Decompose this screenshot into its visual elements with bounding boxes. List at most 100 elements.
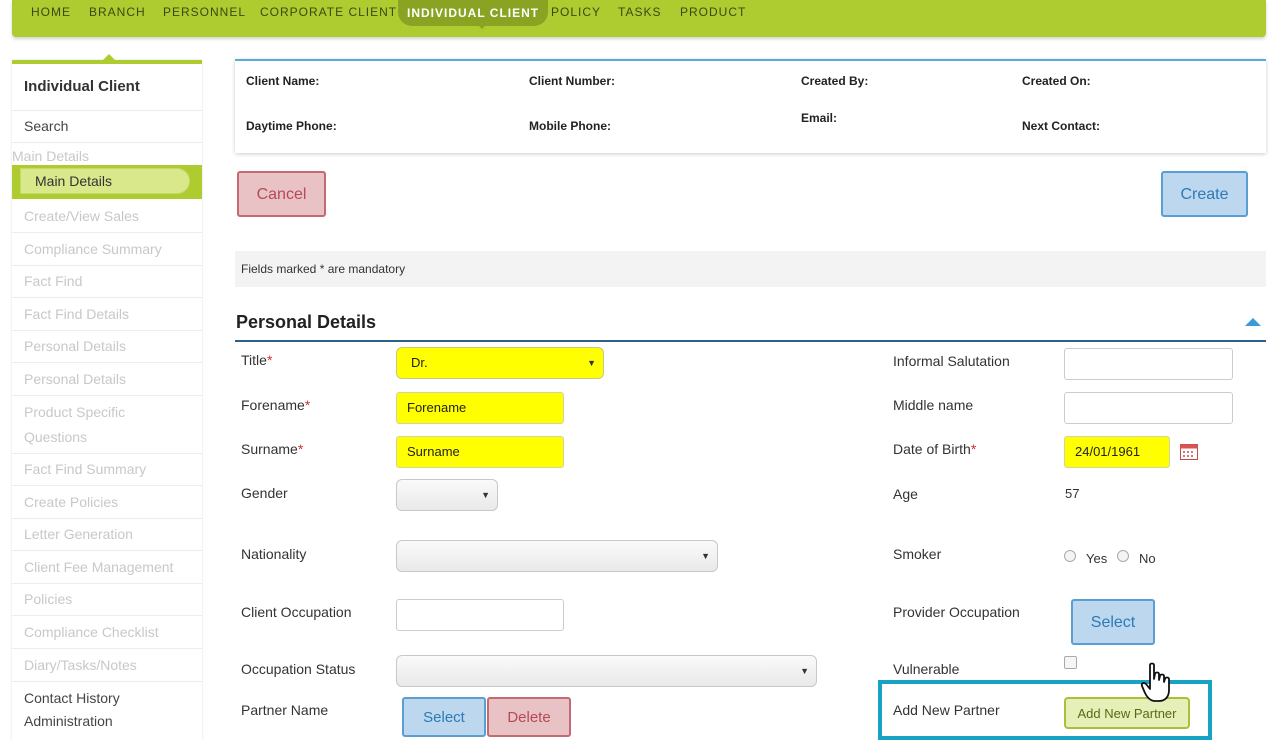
nav-personnel[interactable]: PERSONNEL [163, 0, 246, 26]
client-occupation-label: Client Occupation [241, 604, 352, 620]
sidebar-divider [12, 395, 202, 396]
sidebar-item-diary-tasks-notes[interactable]: Diary/Tasks/Notes [24, 657, 137, 673]
gender-label: Gender [241, 485, 288, 501]
partner-select-button[interactable]: Select [402, 697, 486, 737]
title-select[interactable]: Dr. ▼ [396, 347, 604, 379]
sidebar-divider [12, 232, 202, 233]
calendar-icon[interactable] [1180, 443, 1198, 460]
forename-label: Forename* [241, 397, 311, 413]
nav-policy[interactable]: POLICY [551, 0, 601, 26]
sidebar-divider [12, 297, 202, 298]
occupation-status-select[interactable]: ▼ [396, 655, 817, 687]
smoker-yes-label: Yes [1086, 551, 1108, 566]
sidebar-divider [12, 583, 202, 584]
sidebar-caret [103, 54, 115, 60]
cancel-button[interactable]: Cancel [237, 171, 326, 217]
sidebar-divider [12, 110, 202, 111]
mandatory-notice: Fields marked * are mandatory [235, 251, 1266, 287]
client-occupation-input[interactable] [396, 599, 564, 631]
smoker-no-label: No [1139, 551, 1156, 566]
top-navigation: HOME BRANCH PERSONNEL CORPORATE CLIENT I… [12, 0, 1266, 37]
provider-occupation-label: Provider Occupation [893, 604, 1020, 620]
middle-name-input[interactable] [1064, 392, 1233, 424]
sidebar-item-fact-find-details[interactable]: Fact Find Details [24, 306, 129, 322]
vulnerable-checkbox[interactable] [1064, 656, 1077, 669]
middle-name-label: Middle name [893, 397, 974, 413]
create-button[interactable]: Create [1161, 171, 1248, 217]
sidebar-item-compliance-summary[interactable]: Compliance Summary [24, 241, 162, 257]
sidebar-item-fact-find[interactable]: Fact Find [24, 273, 82, 289]
sidebar-item-compliance-checklist[interactable]: Compliance Checklist [24, 624, 159, 640]
sidebar-item-create-policies[interactable]: Create Policies [24, 494, 118, 510]
sidebar-item-administration[interactable]: Administration [24, 713, 113, 729]
sidebar-divider [12, 550, 202, 551]
sidebar-divider [12, 648, 202, 649]
sidebar-divider [12, 485, 202, 486]
gender-select[interactable]: ▼ [396, 479, 498, 511]
sidebar-divider [12, 615, 202, 616]
active-nav-indicator [477, 24, 487, 29]
dob-input[interactable]: 24/01/1961 [1064, 436, 1170, 468]
sidebar-divider [12, 362, 202, 363]
title-label: Title* [241, 352, 273, 368]
nationality-select[interactable]: ▼ [396, 540, 718, 572]
forename-input[interactable]: Forename [396, 392, 564, 424]
age-label: Age [893, 486, 918, 502]
nav-individual-client[interactable]: INDIVIDUAL CLIENT [398, 0, 549, 26]
partner-name-label: Partner Name [241, 702, 329, 718]
vulnerable-label: Vulnerable [893, 661, 960, 677]
occupation-status-label: Occupation Status [241, 661, 356, 677]
nav-home[interactable]: HOME [31, 0, 71, 26]
nav-product[interactable]: PRODUCT [680, 0, 746, 26]
sidebar-item-main-details[interactable]: Main Details [20, 168, 190, 194]
section-divider [235, 340, 1266, 342]
nav-branch[interactable]: BRANCH [89, 0, 146, 26]
next-contact-label: Next Contact: [1022, 119, 1101, 133]
sidebar-divider [12, 681, 202, 682]
sidebar-item-questions[interactable]: Questions [24, 429, 87, 445]
informal-salutation-label: Informal Salutation [893, 353, 1010, 369]
email-label: Email: [801, 111, 838, 125]
nav-corporate-client[interactable]: CORPORATE CLIENT [260, 0, 397, 26]
sidebar-item-letter-generation[interactable]: Letter Generation [24, 526, 133, 542]
sidebar-divider [12, 142, 202, 143]
smoker-yes-radio[interactable] [1064, 550, 1076, 562]
nav-tasks[interactable]: TASKS [618, 0, 661, 26]
sidebar-item-contact-history[interactable]: Contact History [24, 690, 120, 706]
created-on-label: Created On: [1022, 74, 1091, 88]
sidebar-item-policies[interactable]: Policies [24, 591, 72, 607]
nationality-label: Nationality [241, 546, 307, 562]
dob-label: Date of Birth* [893, 441, 977, 457]
smoker-no-radio[interactable] [1117, 550, 1129, 562]
surname-input[interactable]: Surname [396, 436, 564, 468]
dropdown-arrow-icon: ▼ [587, 358, 596, 368]
sidebar-item-create-view-sales[interactable]: Create/View Sales [24, 208, 139, 224]
client-summary-card: Client Name: Client Number: Created By: … [235, 59, 1266, 153]
provider-occupation-select-button[interactable]: Select [1071, 599, 1155, 645]
age-value: 57 [1065, 486, 1080, 501]
sidebar-item-personal-details[interactable]: Personal Details [24, 338, 126, 354]
sidebar-item-fact-find-summary[interactable]: Fact Find Summary [24, 461, 146, 477]
sidebar-divider [12, 518, 202, 519]
mobile-phone-label: Mobile Phone: [529, 119, 611, 133]
add-new-partner-label: Add New Partner [893, 702, 1000, 718]
dropdown-arrow-icon: ▼ [800, 666, 809, 676]
section-title: Personal Details [236, 312, 377, 332]
sidebar-item-client-fee-management[interactable]: Client Fee Management [24, 559, 173, 575]
sidebar-item-personal-details-2[interactable]: Personal Details [24, 371, 126, 387]
client-number-label: Client Number: [529, 74, 616, 88]
surname-label: Surname* [241, 441, 304, 457]
informal-salutation-input[interactable] [1064, 348, 1233, 380]
sidebar-divider [12, 330, 202, 331]
sidebar-item-search[interactable]: Search [24, 118, 68, 134]
hand-cursor-icon [1140, 662, 1170, 702]
smoker-label: Smoker [893, 546, 942, 562]
client-name-label: Client Name: [246, 74, 320, 88]
collapse-up-icon[interactable] [1245, 318, 1261, 326]
sidebar-section-main-details: Main Details [12, 148, 90, 164]
sidebar-item-product-specific[interactable]: Product Specific [24, 404, 125, 420]
partner-delete-button[interactable]: Delete [487, 697, 571, 737]
dropdown-arrow-icon: ▼ [481, 490, 490, 500]
sidebar-active-row: Main Details [12, 165, 202, 199]
created-by-label: Created By: [801, 74, 869, 88]
